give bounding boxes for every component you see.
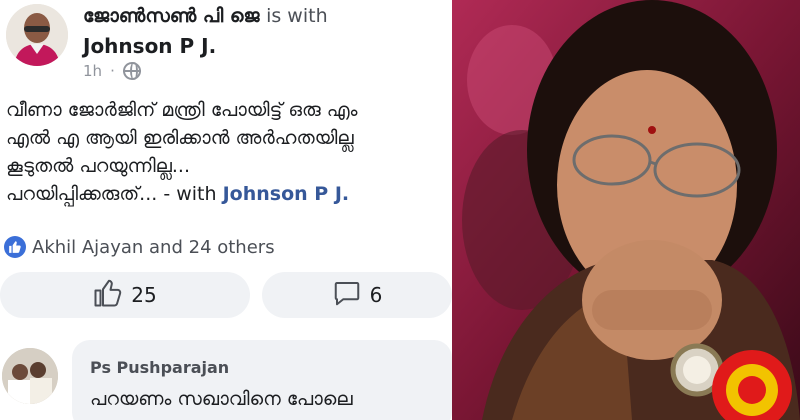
comment-icon [332, 278, 362, 313]
post-body-line-last: പറയിപ്പിക്കരുത്... - with Johnson P J. [6, 180, 452, 208]
like-button[interactable]: 25 [0, 272, 250, 318]
news-photo [452, 0, 800, 420]
globe-icon [122, 62, 141, 80]
post-author-name[interactable]: ജോൺസൺ പി ജെ [83, 5, 259, 27]
post-body: വീണാ ജോർജിന് മന്ത്രി പോയിട്ട് ഒരു എം എൽ … [6, 96, 452, 208]
post-body-line: കൂടുതൽ പറയുന്നില്ല... [6, 155, 191, 177]
facebook-post-screenshot: ജോൺസൺ പി ജെ is with Johnson P J. 1h · വീ… [0, 0, 452, 420]
reactions-text: Akhil Ajayan and 24 others [32, 236, 275, 258]
post-author-line: ജോൺസൺ പി ജെ is with [83, 5, 328, 27]
post-header: ജോൺസൺ പി ജെ is with Johnson P J. 1h · [0, 0, 452, 90]
commenter-avatar[interactable] [2, 348, 58, 404]
post-body-line: പറയിപ്പിക്കരുത്... [6, 183, 158, 205]
post-time[interactable]: 1h [83, 62, 102, 80]
comment-bubble: Ps Pushparajan പറയണം സഖാവിനെ പോലെ [72, 340, 452, 420]
author-avatar[interactable] [6, 4, 68, 66]
reactions-summary[interactable]: Akhil Ajayan and 24 others [4, 236, 275, 258]
is-with-text: is with [266, 5, 328, 27]
comment-button[interactable]: 6 [262, 272, 452, 318]
post-body-line: വീണാ ജോർജിന് മന്ത്രി പോയിട്ട് ഒരു എം [6, 99, 358, 121]
comment-text: പറയണം സഖാവിനെ പോലെ [90, 388, 353, 410]
like-badge-icon [4, 236, 26, 258]
post-body-line: എൽ എ ആയി ഇരിക്കാൻ അർഹതയില്ല [6, 127, 354, 149]
comment-count: 6 [369, 283, 383, 307]
like-count: 25 [131, 283, 157, 307]
post-meta: 1h · [83, 62, 141, 80]
meta-separator: · [110, 62, 115, 80]
with-user-link[interactable]: Johnson P J. [223, 183, 350, 205]
comment-author-name[interactable]: Ps Pushparajan [90, 358, 229, 377]
with-prefix: - with [163, 183, 217, 205]
thumbs-up-icon [93, 278, 123, 313]
tagged-user-name[interactable]: Johnson P J. [83, 34, 216, 58]
